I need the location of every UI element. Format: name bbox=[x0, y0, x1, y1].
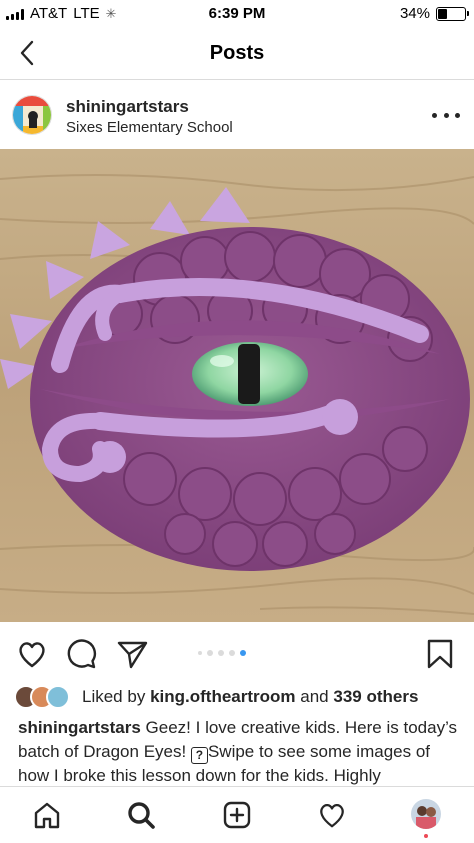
more-options-button[interactable] bbox=[432, 105, 460, 125]
tab-bar bbox=[0, 786, 474, 843]
carousel-dot bbox=[207, 650, 213, 656]
emoji-placeholder-icon: ? bbox=[190, 747, 208, 764]
status-bar: AT&T LTE ✳ 6:39 PM 34% bbox=[0, 0, 474, 28]
comment-icon bbox=[67, 639, 97, 669]
search-icon bbox=[128, 802, 155, 829]
post-location[interactable]: Sixes Elementary School bbox=[66, 119, 233, 136]
nav-header: Posts bbox=[0, 28, 474, 80]
liker-avatars bbox=[14, 685, 74, 709]
add-post-icon bbox=[223, 801, 251, 829]
battery-level bbox=[438, 8, 447, 19]
carousel-dot bbox=[218, 650, 224, 656]
status-right: 34% bbox=[399, 5, 469, 22]
home-icon bbox=[34, 802, 60, 829]
share-button[interactable] bbox=[116, 638, 148, 670]
battery-percent: 34% bbox=[399, 5, 430, 22]
avatar-image bbox=[13, 96, 51, 134]
post-caption: shiningartstars Geez! I love creative ki… bbox=[18, 716, 458, 788]
carousel-dot-active bbox=[240, 650, 246, 656]
post-header: shiningartstars Sixes Elementary School bbox=[0, 81, 474, 149]
page-title: Posts bbox=[209, 42, 265, 64]
carousel-indicator bbox=[198, 650, 246, 656]
notification-dot bbox=[424, 834, 428, 838]
tab-add-post[interactable] bbox=[221, 799, 253, 831]
more-horizontal-icon bbox=[432, 112, 437, 118]
tab-activity[interactable] bbox=[316, 799, 348, 831]
tab-search[interactable] bbox=[125, 799, 157, 831]
likes-others[interactable]: 339 others bbox=[333, 687, 418, 707]
heart-icon bbox=[19, 642, 45, 668]
likes-row[interactable]: Liked by king.oftheartroom and 339 other… bbox=[14, 684, 418, 710]
dragon-eye-photo bbox=[0, 149, 474, 622]
tab-profile-avatar[interactable] bbox=[411, 799, 441, 829]
liker-avatar bbox=[46, 685, 70, 709]
bookmark-icon bbox=[427, 639, 453, 669]
avatar[interactable] bbox=[12, 95, 52, 135]
carousel-dot bbox=[198, 651, 202, 655]
post-username[interactable]: shiningartstars bbox=[66, 97, 189, 117]
likes-prefix: Liked by bbox=[82, 687, 146, 706]
profile-avatar bbox=[411, 799, 441, 829]
likes-user[interactable]: king.oftheartroom bbox=[150, 687, 295, 707]
caption-username[interactable]: shiningartstars bbox=[18, 718, 141, 737]
tab-home[interactable] bbox=[31, 799, 63, 831]
carousel-dot bbox=[229, 650, 235, 656]
activity-heart-icon bbox=[320, 804, 344, 828]
like-button[interactable] bbox=[16, 638, 48, 670]
send-icon bbox=[117, 641, 148, 669]
post-photo[interactable] bbox=[0, 149, 474, 622]
likes-joiner: and bbox=[300, 687, 329, 706]
comment-button[interactable] bbox=[66, 638, 98, 670]
battery-icon bbox=[436, 6, 469, 21]
save-button[interactable] bbox=[424, 638, 456, 670]
